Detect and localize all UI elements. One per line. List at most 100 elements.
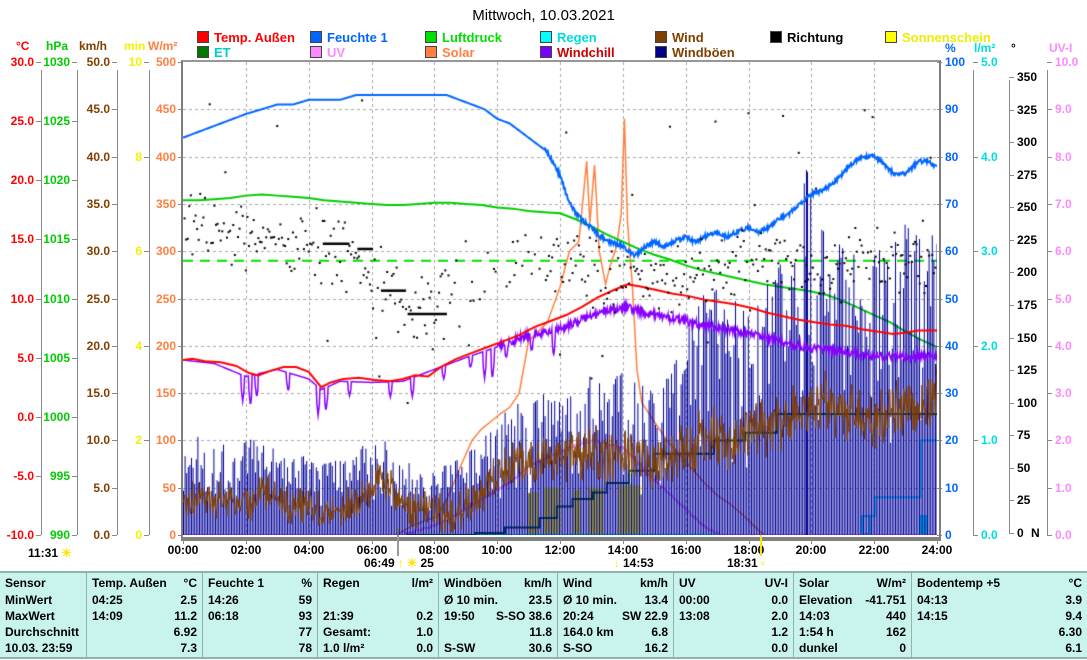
axis-tick-label-wm2: 200: [130, 340, 176, 352]
column-unit: UV-I: [765, 576, 788, 593]
cell-left: 14:09: [92, 609, 123, 625]
axis-tick-lm2: [973, 440, 978, 441]
axis-tick-label-deg: 300: [1017, 136, 1037, 148]
axis-tick-label-kmh: 15.0: [64, 387, 110, 399]
cell-left: S-SO: [563, 641, 592, 657]
cell-value: 1.2: [771, 625, 788, 641]
axis-tick-lm2: [973, 346, 978, 347]
afternoon-annotation: ↓14:53: [614, 556, 654, 570]
legend-label: Luftdruck: [442, 30, 502, 45]
table-row: 13:082.0: [679, 609, 788, 625]
x-axis-tick: [686, 539, 687, 544]
cell-value: 23.5: [529, 593, 552, 609]
axis-tick-label-kmh: 5.0: [64, 482, 110, 494]
x-axis-label: 02:00: [223, 543, 269, 557]
axis-tick-label-deg: 75: [1017, 429, 1030, 441]
axis-tick-deg: [1009, 338, 1014, 339]
axis-unit-kmh: km/h: [79, 39, 107, 53]
moon-time-annotation: 11:31☀: [28, 546, 72, 560]
row-label-text: MinWert: [5, 593, 52, 609]
cell-value: 9.4: [1065, 609, 1082, 625]
x-axis-label: 24:00: [914, 543, 960, 557]
legend-label: Windböen: [672, 45, 735, 60]
axis-tick-deg: [1009, 468, 1014, 469]
axis-event-marker: [397, 535, 399, 556]
axis-tick-label-lm2: 5.0: [981, 56, 998, 68]
axis-tick-label-uvi: 2.0: [1055, 434, 1072, 446]
axis-tick-uvi: [1047, 251, 1052, 252]
table-row-label: 10.03. 23:59: [5, 641, 81, 657]
legend-swatch-icon: [655, 46, 667, 58]
table-header-sensor: Sensor: [5, 576, 81, 593]
axis-tick-uvi: [1047, 299, 1052, 300]
axis-tick-label-lm2: 4.0: [981, 151, 998, 163]
axis-tick-label-deg: 225: [1017, 234, 1037, 246]
cell-left: 06:18: [208, 609, 239, 625]
column-unit: km/h: [524, 576, 552, 593]
x-axis-tick: [309, 539, 310, 544]
axis-tick-label-uvi: 8.0: [1055, 151, 1072, 163]
column-name: Windböen: [444, 576, 502, 593]
legend-item-wind: Wind: [655, 31, 704, 43]
sunset-arrow-icon: ↓: [614, 556, 620, 570]
axis-tick-label-deg: 175: [1017, 299, 1037, 311]
table-column-header: UVUV-I: [679, 576, 788, 593]
x-axis-label: 08:00: [411, 543, 457, 557]
cell-value: 440: [886, 609, 906, 625]
x-axis-tick: [183, 539, 184, 544]
x-axis-label: 12:00: [537, 543, 583, 557]
annotation-text: 18:31: [727, 556, 758, 570]
legend-swatch-icon: [885, 31, 897, 43]
axis-line-lm2: [973, 70, 974, 535]
column-unit: °C: [184, 576, 197, 593]
x-axis-label: 00:00: [160, 543, 206, 557]
axis-tick-label-wm2: 0: [130, 529, 176, 541]
axis-tick-label-wm2: 500: [130, 56, 176, 68]
table-column-solar: SolarW/m²Elevation-41.75114:034401:54 h1…: [793, 573, 911, 657]
cell-left: 1:54 h: [799, 625, 834, 641]
axis-tick-kmh: [112, 204, 117, 205]
axis-tick-label-hpa: 1000: [24, 411, 70, 423]
column-name: Wind: [563, 576, 592, 593]
cell-left: Gesamt:: [323, 625, 371, 641]
table-column-header: Bodentemp +5°C: [917, 576, 1082, 593]
cell-value: 78: [299, 641, 312, 657]
axis-tick-kmh: [112, 109, 117, 110]
cell-left: 1.0 l/m²: [323, 641, 364, 657]
legend-swatch-icon: [425, 46, 437, 58]
legend-swatch-icon: [425, 31, 437, 43]
legend-item-windchill: Windchill: [540, 46, 615, 58]
column-unit: °C: [1069, 576, 1082, 593]
legend-label: Wind: [672, 30, 704, 45]
x-axis-label: 14:00: [600, 543, 646, 557]
table-row: 164.0 km6.8: [563, 625, 668, 641]
axis-tick-label-kmh: 45.0: [64, 103, 110, 115]
axis-tick-label-lm2: 0.0: [981, 529, 998, 541]
axis-tick-kmh: [112, 299, 117, 300]
cell-left: 19:50: [444, 609, 475, 625]
axis-tick-label-deg: 200: [1017, 266, 1037, 278]
table-row: 14:03440: [799, 609, 906, 625]
cell-left: Ø 10 min.: [563, 593, 617, 609]
axis-line-uvi: [1047, 70, 1048, 535]
cell-left: 21:39: [323, 609, 354, 625]
axis-tick-deg: [1009, 435, 1014, 436]
legend-swatch-icon: [540, 31, 552, 43]
table-row: 04:252.5: [92, 593, 197, 609]
axis-tick-deg: [1009, 207, 1014, 208]
cell-left: 04:25: [92, 593, 123, 609]
axis-tick-label-wm2: 300: [130, 245, 176, 257]
x-axis-label: 06:00: [349, 543, 395, 557]
axis-tick-uvi: [1047, 488, 1052, 489]
annotation-text: 06:49: [364, 556, 395, 570]
cell-left: 14:26: [208, 593, 239, 609]
table-column-temp-au-en: Temp. Außen°C04:252.514:0911.26.927.3: [86, 573, 202, 657]
x-axis-tick: [937, 539, 938, 544]
axis-tick-lm2: [973, 535, 978, 536]
table-column-regen: Regenl/m²21:390.2Gesamt:1.01.0 l/m²0.0: [317, 573, 438, 657]
cell-value: 93: [299, 609, 312, 625]
table-column-sensor: SensorMinWertMaxWertDurchschnitt10.03. 2…: [0, 573, 86, 657]
axis-tick-label-lm2: 3.0: [981, 245, 998, 257]
annotation-text: 11:31: [28, 546, 58, 560]
column-name: Temp. Außen: [92, 576, 167, 593]
